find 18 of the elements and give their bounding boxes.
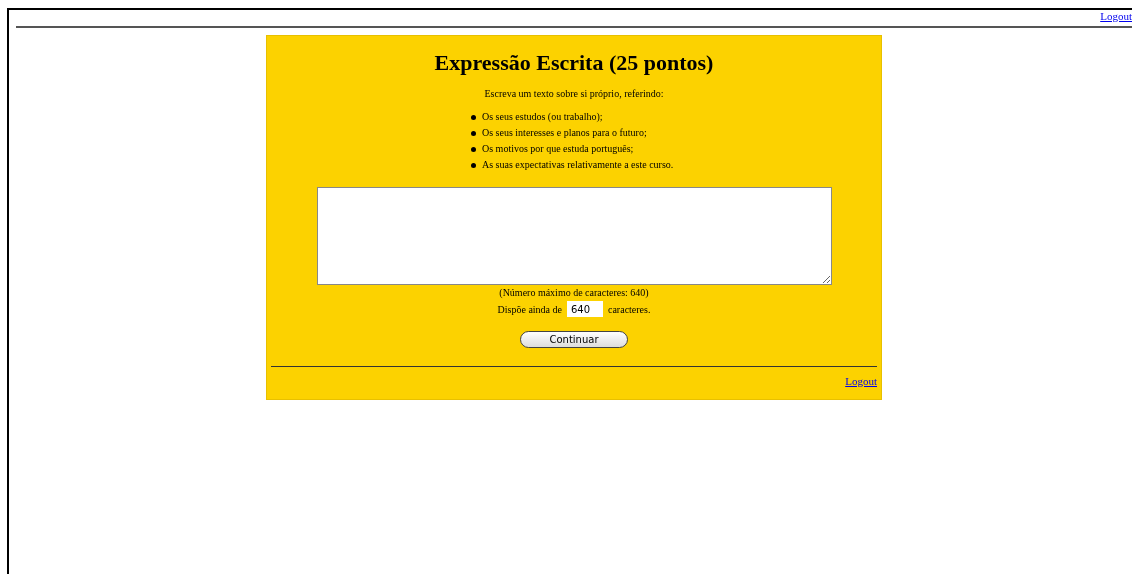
list-item-text: Os seus estudos (ou trabalho); xyxy=(482,110,603,124)
max-chars-note: (Número máximo de caracteres: 640) xyxy=(499,287,649,298)
remaining-unit: caracteres. xyxy=(608,303,651,315)
list-item-text: As suas expectativas relativamente a este curso. xyxy=(482,158,674,172)
bullet-icon xyxy=(471,146,476,152)
list-item-text: Os seus interesses e planos para o futuro; xyxy=(482,126,647,140)
remaining-label: Dispõe ainda de xyxy=(497,303,562,315)
bullet-icon xyxy=(471,130,476,136)
bullet-icon xyxy=(471,162,476,168)
continue-button[interactable]: Continuar xyxy=(520,331,628,348)
bullet-icon xyxy=(471,114,476,120)
form-title: Expressão Escrita (25 pontos) xyxy=(434,50,714,76)
list-item-text: Os motivos por que estuda português; xyxy=(482,142,634,156)
instructions-text: Escreva um texto sobre si próprio, referindo: xyxy=(484,88,664,99)
logout-link[interactable]: Logout xyxy=(845,375,877,387)
remaining-count-field[interactable]: 640 xyxy=(567,301,603,317)
answer-box[interactable] xyxy=(316,187,832,285)
logout-link[interactable]: Logout xyxy=(1100,10,1132,22)
